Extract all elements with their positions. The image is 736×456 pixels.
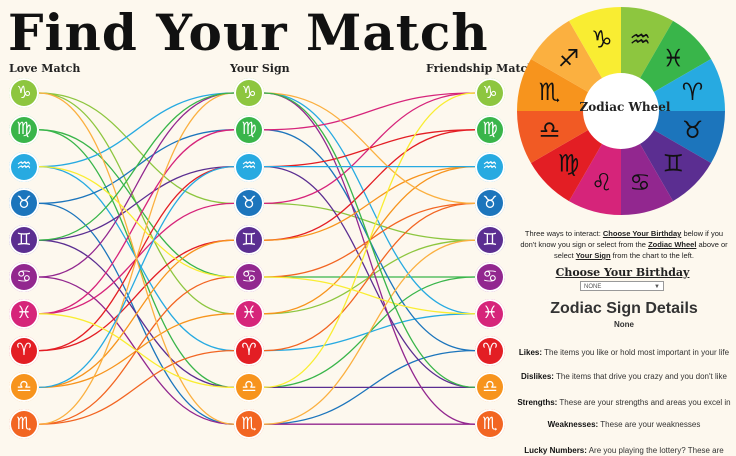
friend-virgo-icon: ♍ (475, 114, 505, 145)
weaknesses-label: Weaknesses: (547, 420, 599, 429)
love-link-19 (38, 349, 235, 425)
selected-sign: None (614, 320, 634, 329)
your-sign-link[interactable]: Your Sign (576, 251, 611, 260)
aquarius-icon: ♒ (629, 26, 651, 54)
love-link-21 (38, 92, 235, 425)
birthday-dropdown-value: NONE (584, 284, 602, 290)
scorpio-icon: ♏ (539, 78, 561, 106)
sign-virgo-icon[interactable]: ♍ (234, 114, 264, 145)
sign-aries-icon[interactable]: ♈ (234, 335, 264, 366)
friend-link-17 (263, 165, 476, 241)
love-pisces-icon: ♓ (9, 298, 39, 329)
friend-gemini-icon: ♊ (475, 225, 505, 256)
love-aries-icon: ♈ (9, 335, 39, 366)
friend-scorpio-icon: ♏ (475, 409, 505, 440)
taurus-icon: ♉ (682, 116, 704, 144)
friend-aries-icon: ♈ (475, 335, 505, 366)
leo-icon: ♌ (591, 168, 613, 196)
info-text-1: Three ways to interact: (524, 229, 603, 238)
strengths-text: These are your strengths and areas you e… (557, 398, 731, 407)
friend-link-13 (263, 92, 476, 131)
love-link-0 (38, 92, 235, 205)
love-virgo-icon: ♍ (9, 114, 39, 145)
weaknesses-text: These are your weaknesses (598, 420, 701, 429)
friend-link-21 (263, 92, 476, 205)
love-link-8 (38, 165, 235, 241)
likes-line: Likes: The items you like or hold most i… (517, 347, 731, 358)
capricorn-icon: ♑ (591, 26, 613, 54)
sign-aquarius-icon[interactable]: ♒ (234, 151, 264, 182)
love-cancer-icon: ♋ (9, 262, 39, 292)
details-title: Zodiac Sign Details (550, 300, 698, 317)
sagittarius-icon: ♐ (558, 45, 580, 73)
strengths-label: Strengths: (517, 398, 558, 407)
love-link-17 (38, 239, 235, 389)
lucky-numbers-line: Lucky Numbers: Are you playing the lotte… (517, 445, 731, 456)
friend-link-14 (263, 129, 476, 241)
likes-label: Likes: (518, 348, 543, 357)
aries-icon: ♈ (682, 78, 704, 106)
gemini-icon: ♊ (663, 149, 685, 177)
love-link-24 (38, 92, 235, 241)
friend-capricorn-icon: ♑ (475, 78, 505, 108)
friend-link-20 (263, 239, 476, 425)
weaknesses-line: Weaknesses: These are your weaknesses (517, 419, 731, 430)
dislikes-label: Dislikes: (521, 372, 554, 381)
choose-birthday-label: Choose Your Birthday (555, 266, 690, 279)
interaction-instructions: Three ways to interact: Choose Your Birt… (517, 228, 731, 261)
sign-scorpio-icon[interactable]: ♏ (234, 409, 264, 440)
sign-pisces-icon[interactable]: ♓ (234, 298, 264, 329)
dislikes-text: The items that drive you crazy and you d… (553, 372, 727, 381)
love-link-23 (38, 313, 235, 389)
sign-gemini-icon[interactable]: ♊ (234, 225, 264, 256)
friend-aquarius-icon: ♒ (475, 151, 505, 182)
friend-link-10 (263, 92, 476, 425)
love-scorpio-icon: ♏ (9, 409, 39, 440)
friend-cancer-icon: ♋ (475, 262, 505, 292)
zodiac-wheel-link[interactable]: Zodiac Wheel (648, 240, 696, 249)
virgo-icon: ♍ (558, 149, 580, 177)
dislikes-line: Dislikes: The items that drive you crazy… (517, 371, 731, 382)
info-text-4: from the chart to the left. (610, 251, 694, 260)
strengths-line: Strengths: These are your strengths and … (517, 397, 731, 408)
love-link-4 (38, 92, 235, 168)
love-capricorn-icon: ♑ (9, 78, 39, 108)
sign-cancer-icon[interactable]: ♋ (234, 262, 264, 292)
chevron-down-icon: ▼ (654, 284, 660, 290)
pisces-icon: ♓ (663, 45, 685, 73)
libra-icon: ♎ (539, 116, 561, 144)
zodiac-wheel-label: Zodiac Wheel (579, 100, 671, 114)
love-aquarius-icon: ♒ (9, 151, 39, 182)
love-gemini-icon: ♊ (9, 225, 39, 256)
likes-text: The items you like or hold most importan… (542, 348, 730, 357)
birthday-dropdown[interactable]: NONE ▼ (580, 281, 664, 291)
love-link-10 (38, 92, 235, 278)
sign-capricorn-icon[interactable]: ♑ (234, 78, 264, 108)
choose-birthday-link[interactable]: Choose Your Birthday (603, 229, 681, 238)
friend-pisces-icon: ♓ (475, 298, 505, 329)
cancer-icon: ♋ (629, 168, 651, 196)
